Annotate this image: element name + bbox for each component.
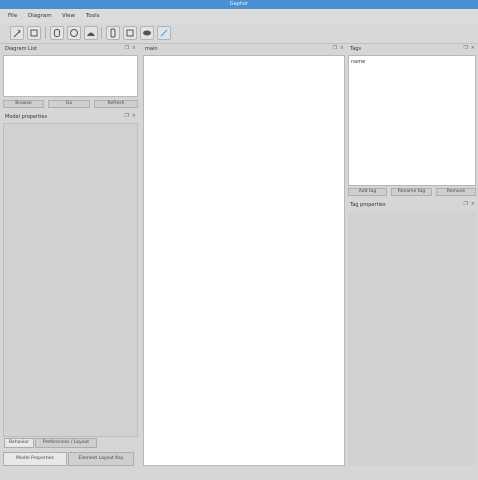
refresh-button[interactable]: Refresh [94,100,138,108]
tag-properties-header: Tag properties ❐ × [348,200,476,210]
float-icon[interactable]: ❐ [464,201,468,207]
component-tool-button[interactable] [123,26,137,40]
package-tool-button[interactable] [84,26,98,40]
menu-bar: File Diagram View Tools [0,9,478,23]
float-icon[interactable]: ❐ [333,45,337,51]
tab-element-layout-key[interactable]: Element Layout Key [68,452,134,466]
menu-file[interactable]: File [8,13,17,19]
tag-properties-panel [348,211,476,466]
toolbar [0,23,478,44]
toolbar-separator [45,27,46,39]
menu-view[interactable]: View [62,13,75,19]
diagram-list-title: Diagram List [5,46,37,52]
comment-tool-button[interactable] [27,26,41,40]
rename-tag-button[interactable]: Rename tag [391,188,432,196]
add-tag-button[interactable]: Add tag [348,188,387,196]
node-tool-button[interactable] [140,26,154,40]
tab-model-properties[interactable]: Model Properties [3,452,67,466]
window-title: Gaphor [229,1,249,7]
diagram-list-header: Diagram List ❐ × [3,44,137,54]
close-icon[interactable]: × [471,45,475,51]
list-item[interactable]: name [351,59,365,65]
toolbar-separator [101,27,102,39]
menu-tools[interactable]: Tools [86,13,100,19]
line-tool-button[interactable] [157,26,171,40]
package-tool-icon [87,32,95,36]
use-case-tool-button[interactable] [67,26,81,40]
class-tool-button[interactable] [106,26,120,40]
diagram-tab-header: main ❐ × [143,44,345,54]
tag-properties-title: Tag properties [350,202,386,208]
tags-list[interactable]: name [348,55,476,186]
diagram-tab-label[interactable]: main [145,46,158,52]
actor-tool-button[interactable] [50,26,64,40]
title-bar: Gaphor [0,0,478,9]
class-tool-icon [110,28,116,38]
diagram-list[interactable] [3,55,138,97]
menu-diagram[interactable]: Diagram [28,13,52,19]
close-icon[interactable]: × [340,45,344,51]
model-properties-header: Model properties ❐ × [3,112,137,122]
line-tool-icon [160,29,168,37]
comment-tool-icon [30,29,38,37]
use-case-tool-icon [70,29,78,37]
float-icon[interactable]: ❐ [125,45,129,51]
tab-behavior[interactable]: Behavior [4,438,34,448]
tags-title: Tags [350,46,362,52]
go-button[interactable]: Go [48,100,90,108]
actor-tool-icon [54,29,60,37]
float-icon[interactable]: ❐ [464,45,468,51]
close-icon[interactable]: × [132,113,136,119]
diagram-canvas[interactable] [143,55,345,466]
node-tool-icon [143,30,151,36]
close-icon[interactable]: × [471,201,475,207]
tab-preferences-layout[interactable]: Preferences / Layout [35,438,97,448]
browse-button[interactable]: Browse [3,100,44,108]
remove-button[interactable]: Remove [436,188,476,196]
pointer-tool-button[interactable] [10,26,24,40]
tags-header: Tags ❐ × [348,44,476,54]
model-properties-panel [3,123,138,437]
component-tool-icon [126,29,134,37]
model-properties-title: Model properties [5,114,48,120]
float-icon[interactable]: ❐ [125,113,129,119]
pointer-tool-icon [13,29,21,38]
close-icon[interactable]: × [132,45,136,51]
